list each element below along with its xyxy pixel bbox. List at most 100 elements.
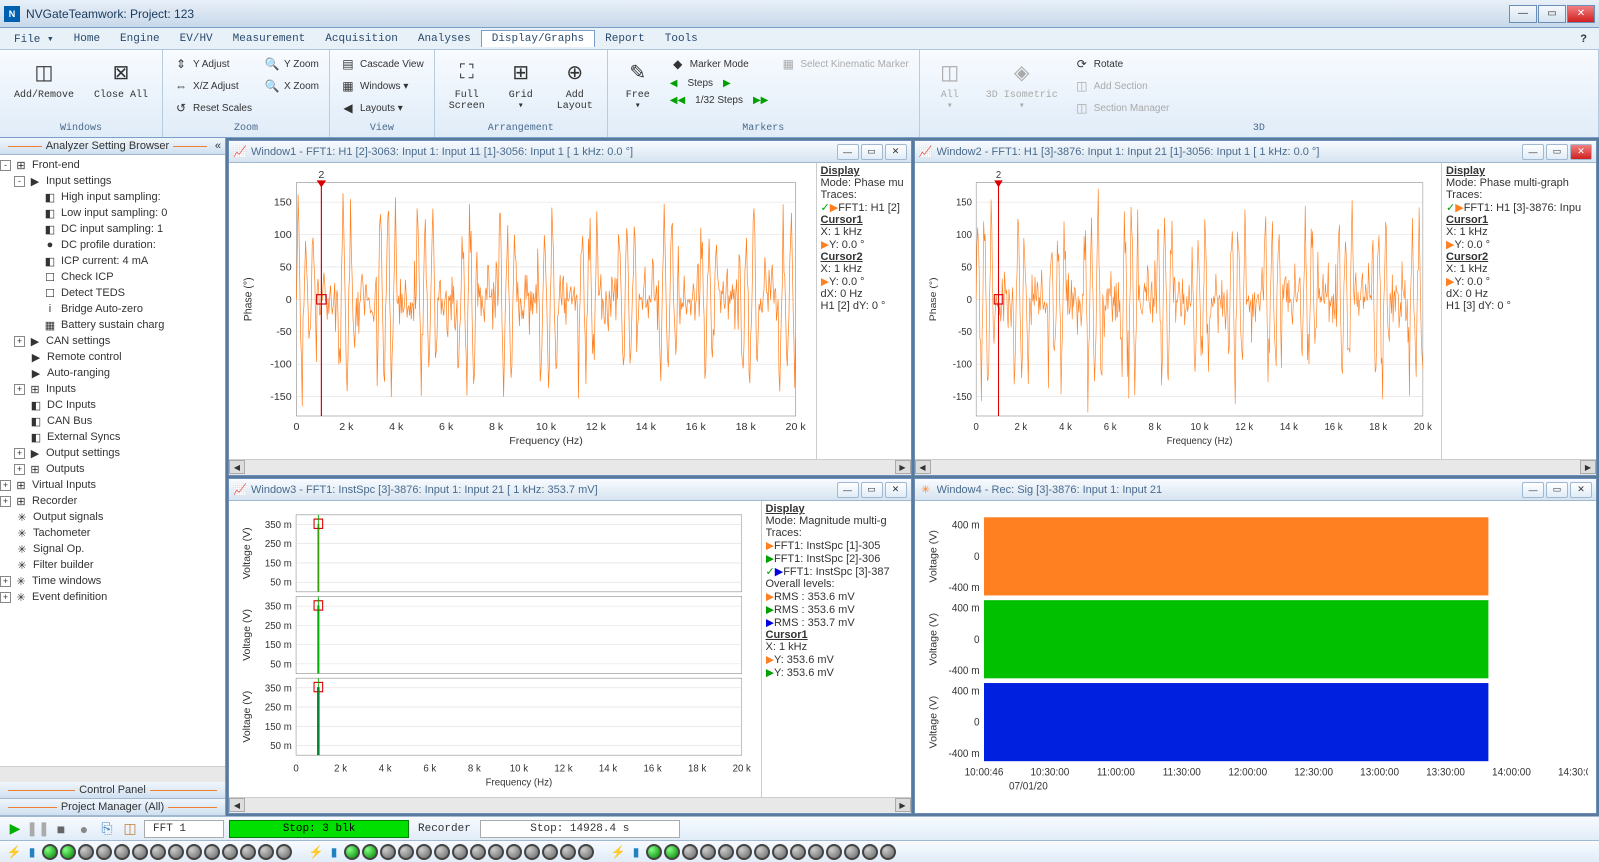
x-zoom-button[interactable]: 🔍X Zoom [260,76,323,96]
w3-trace3[interactable]: ✓▶FFT1: InstSpc [3]-387 [766,565,907,578]
menu-evhv[interactable]: EV/HV [170,31,223,47]
tree-item[interactable]: ✳Signal Op. [0,541,225,557]
menu-report[interactable]: Report [595,31,655,47]
tree-toggle-icon[interactable]: + [14,336,25,347]
tree-item[interactable]: +⊞Outputs [0,461,225,477]
help-icon[interactable]: ? [1572,31,1595,47]
menu-analyses[interactable]: Analyses [408,31,481,47]
window3-chart[interactable]: 50 m150 m250 m350 mVoltage (V)50 m150 m2… [229,501,761,797]
tree-toggle-icon[interactable]: + [0,480,11,491]
3d-all-button[interactable]: ◫All ▾ [926,54,974,114]
rec-button[interactable]: ● [75,820,93,838]
window4-chart[interactable]: -400 m0400 mVoltage (V)-400 m0400 mVolta… [915,501,1597,813]
tree-item[interactable]: ✳Tachometer [0,525,225,541]
menu-tools[interactable]: Tools [655,31,708,47]
add-layout-button[interactable]: ⊕Add Layout [549,54,601,114]
config-button[interactable]: ◫ [121,820,139,838]
sidebar-collapse-icon[interactable]: « [215,140,221,152]
tree-item[interactable]: ▶Remote control [0,349,225,365]
window2-close-button[interactable]: ✕ [1570,144,1592,160]
tree-item[interactable]: +▶CAN settings [0,333,225,349]
add-section-button[interactable]: ◫Add Section [1070,76,1174,96]
menu-measurement[interactable]: Measurement [223,31,316,47]
full-screen-button[interactable]: ⛶Full Screen [441,54,493,114]
minimize-button[interactable]: — [1509,5,1537,23]
tree-item[interactable]: ◧DC Inputs [0,397,225,413]
select-kinematic-button[interactable]: ▦Select Kinematic Marker [776,54,912,74]
tree-toggle-icon[interactable]: + [0,576,11,587]
tree-item[interactable]: ◧High input sampling: [0,189,225,205]
window3-max-button[interactable]: ▭ [861,482,883,498]
window4-close-button[interactable]: ✕ [1570,482,1592,498]
tree-item[interactable]: +⊞Inputs [0,381,225,397]
window2-hscroll[interactable]: ◀▶ [915,459,1597,475]
tree-item[interactable]: ▦Battery sustain charg [0,317,225,333]
steps-fwd-button[interactable]: ▶ [723,78,731,89]
window3-close-button[interactable]: ✕ [885,482,907,498]
tree-item[interactable]: +✳Event definition [0,589,225,605]
tree-item[interactable]: +⊞Virtual Inputs [0,477,225,493]
sidebar-hscroll[interactable] [0,766,225,782]
tree-item[interactable]: -⊞Front-end [0,157,225,173]
y-zoom-button[interactable]: 🔍Y Zoom [260,54,323,74]
stop-button[interactable]: ■ [52,820,70,838]
tree-item[interactable]: iBridge Auto-zero [0,301,225,317]
tree-toggle-icon[interactable]: + [0,496,11,507]
tree-item[interactable]: ☐Check ICP [0,269,225,285]
window3-header[interactable]: 📈 Window3 - FFT1: InstSpc [3]-3876: Inpu… [229,479,911,501]
tree-toggle-icon[interactable]: + [14,384,25,395]
window1-chart[interactable]: -150-100-5005010015002 k4 k6 k8 k10 k12 … [229,163,816,459]
menu-file[interactable]: File ▾ [4,30,64,48]
copy-button[interactable]: ⎘ [98,820,116,838]
tree-item[interactable]: ◧Low input sampling: 0 [0,205,225,221]
play-button[interactable]: ▶ [6,820,24,838]
close-all-button[interactable]: ⊠Close All [86,54,156,103]
pause-button[interactable]: ❚❚ [29,820,47,838]
windows-button[interactable]: ▦Windows ▾ [336,76,428,96]
control-panel-header[interactable]: Control Panel [0,782,225,799]
menu-display-graphs[interactable]: Display/Graphs [481,30,595,47]
section-manager-button[interactable]: ◫Section Manager [1070,98,1174,118]
rotate-button[interactable]: ⟳Rotate [1070,54,1174,74]
window1-close-button[interactable]: ✕ [885,144,907,160]
tree-toggle-icon[interactable]: - [0,160,11,171]
tree-toggle-icon[interactable]: + [14,448,25,459]
tree-item[interactable]: ◧DC input sampling: 1 [0,221,225,237]
tree-item[interactable]: +▶Output settings [0,445,225,461]
window2-header[interactable]: 📈 Window2 - FFT1: H1 [3]-3876: Input 1: … [915,141,1597,163]
tree[interactable]: -⊞Front-end-▶Input settings◧High input s… [0,155,225,766]
window1-header[interactable]: 📈 Window1 - FFT1: H1 [2]-3063: Input 1: … [229,141,911,163]
tree-item[interactable]: ▶Auto-ranging [0,365,225,381]
tree-item[interactable]: ◧ICP current: 4 mA [0,253,225,269]
tree-toggle-icon[interactable]: + [0,592,11,603]
menu-acquisition[interactable]: Acquisition [315,31,408,47]
window4-header[interactable]: ✳ Window4 - Rec: Sig [3]-3876: Input 1: … [915,479,1597,501]
tree-item[interactable]: ✳Output signals [0,509,225,525]
y-adjust-button[interactable]: ⇕Y Adjust [169,54,256,74]
window3-hscroll[interactable]: ◀▶ [229,797,911,813]
tree-toggle-icon[interactable]: + [14,464,25,475]
tree-item[interactable]: +⊞Recorder [0,493,225,509]
w3-trace2[interactable]: ▶FFT1: InstSpc [2]-306 [766,552,907,565]
tree-item[interactable]: ◧CAN Bus [0,413,225,429]
tree-toggle-icon[interactable]: - [14,176,25,187]
window4-max-button[interactable]: ▭ [1546,482,1568,498]
window2-chart[interactable]: -150-100-5005010015002 k4 k6 k8 k10 k12 … [915,163,1442,459]
cascade-view-button[interactable]: ▤Cascade View [336,54,428,74]
window3-min-button[interactable]: — [837,482,859,498]
window1-max-button[interactable]: ▭ [861,144,883,160]
3d-isometric-button[interactable]: ◈3D Isometric ▾ [978,54,1066,114]
steps32-fwd-button[interactable]: ▶▶ [753,95,768,106]
maximize-button[interactable]: ▭ [1538,5,1566,23]
project-manager-header[interactable]: Project Manager (All) [0,799,225,816]
close-button[interactable]: ✕ [1567,5,1595,23]
window2-max-button[interactable]: ▭ [1546,144,1568,160]
window1-hscroll[interactable]: ◀▶ [229,459,911,475]
steps32-back-button[interactable]: ◀◀ [670,95,685,106]
menu-engine[interactable]: Engine [110,31,170,47]
tree-item[interactable]: ●DC profile duration: [0,237,225,253]
tree-item[interactable]: +✳Time windows [0,573,225,589]
add-remove-button[interactable]: ◫Add/Remove [6,54,82,103]
grid-button[interactable]: ⊞Grid ▾ [497,54,545,114]
window4-min-button[interactable]: — [1522,482,1544,498]
